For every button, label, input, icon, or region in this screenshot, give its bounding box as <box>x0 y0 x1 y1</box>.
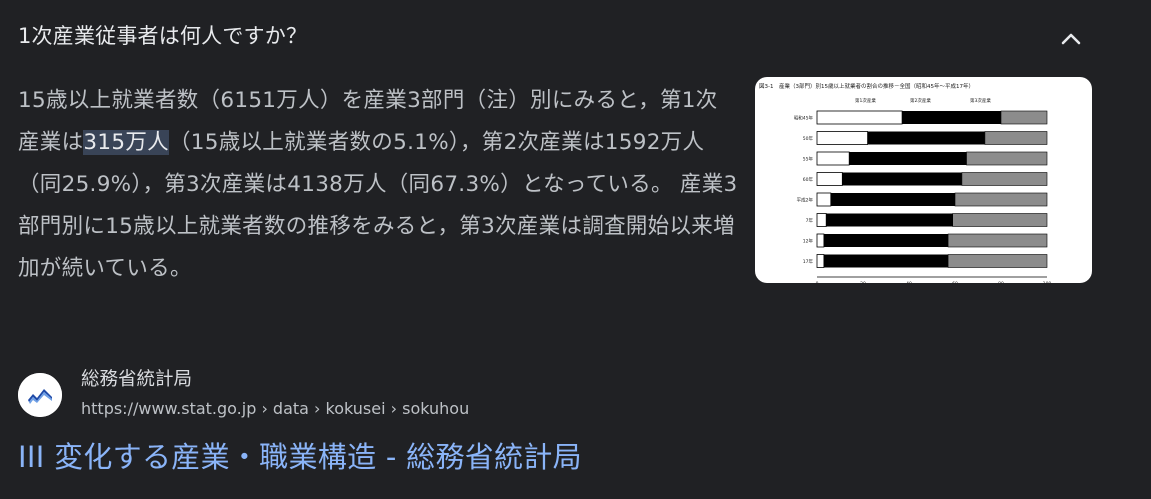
chart-thumbnail-legend-label: 第2次産業 <box>910 97 931 104</box>
question-heading[interactable]: 1次産業従事者は何人ですか？ <box>18 18 307 54</box>
chart-thumbnail-bar-secondary <box>823 254 949 268</box>
chevron-up-icon[interactable] <box>1056 24 1086 54</box>
result-title-link[interactable]: III 変化する産業・職業構造 - 総務省統計局 <box>18 434 582 476</box>
source-block[interactable]: 総務省統計局 https://www.stat.go.jp › data › k… <box>18 363 718 423</box>
chart-thumbnail-bar-primary <box>816 110 903 125</box>
chart-thumbnail-bar-secondary <box>867 131 985 145</box>
chart-thumbnail-tick-label: 80 <box>998 281 1004 283</box>
chart-thumbnail-bar-secondary <box>902 111 1001 124</box>
chart-thumbnail-bar-primary <box>816 192 832 207</box>
chart-thumbnail-tick-label: 60 <box>952 281 958 283</box>
chart-thumbnail-legend-label: 第3次産業 <box>970 97 991 104</box>
chart-thumbnail-row-label: 50年 <box>803 135 814 142</box>
chart-thumbnail-bar-primary <box>816 254 825 268</box>
chart-thumbnail-bar-primary <box>816 131 868 145</box>
chart-thumbnail[interactable]: 図3-1 産業（3部門）別15歳以上就業者の割合の推移－全国（昭和45年～平成1… <box>755 77 1092 283</box>
chart-thumbnail-row-label: 12年 <box>803 238 814 245</box>
chart-thumbnail-bar-tertiary <box>954 192 1048 207</box>
chart-thumbnail-bar-tertiary <box>966 151 1048 166</box>
chart-thumbnail-legend: 第1次産業 第2次産業 第3次産業 <box>855 97 991 104</box>
chart-thumbnail-bar-primary <box>816 213 827 227</box>
stat-bureau-logo-icon <box>18 373 62 417</box>
chart-thumbnail-row-label: 55年 <box>803 156 814 163</box>
featured-snippet: 1次産業従事者は何人ですか？ 15歳以上就業者数（6151万人）を産業3部門（注… <box>0 0 1151 499</box>
chart-thumbnail-bar-tertiary <box>984 131 1048 145</box>
chart-thumbnail-row-label: 7年 <box>806 217 814 224</box>
answer-highlight: 315万人 <box>83 130 169 155</box>
chart-thumbnail-row-label: 17年 <box>803 258 814 265</box>
chart-thumbnail-bar-tertiary <box>961 172 1048 186</box>
chart-thumbnail-bar-secondary <box>830 193 955 206</box>
chart-thumbnail-tick-label: 40 <box>906 281 912 283</box>
chart-thumbnail-image: 図3-1 産業（3部門）別15歳以上就業者の割合の推移－全国（昭和45年～平成1… <box>759 82 1052 283</box>
source-url: https://www.stat.go.jp › data › kokusei … <box>81 399 470 418</box>
chart-thumbnail-bar-tertiary <box>952 213 1048 227</box>
chart-thumbnail-row-label: 60年 <box>803 176 814 183</box>
chart-thumbnail-tick-label: 0 <box>816 281 819 283</box>
chart-thumbnail-bar-tertiary <box>947 233 1048 248</box>
chart-thumbnail-bar-primary <box>816 233 825 248</box>
chart-thumbnail-bar-secondary <box>826 213 953 227</box>
chart-thumbnail-bar-secondary <box>823 234 949 247</box>
chart-thumbnail-title: 図3-1 産業（3部門）別15歳以上就業者の割合の推移－全国（昭和45年～平成1… <box>759 82 974 90</box>
answer-text: 15歳以上就業者数（6151万人）を産業3部門（注）別にみると，第1次産業は31… <box>18 80 738 290</box>
chart-thumbnail-legend-label: 第1次産業 <box>855 97 876 104</box>
chart-thumbnail-bar-secondary <box>842 172 962 186</box>
chart-thumbnail-axis: 020406080100(%) <box>816 276 1052 283</box>
chart-thumbnail-bar-primary <box>816 172 843 186</box>
chart-thumbnail-bar-secondary <box>849 152 967 165</box>
source-site-name: 総務省統計局 <box>81 369 193 390</box>
chart-thumbnail-tick-label: 100 <box>1043 281 1052 283</box>
chart-thumbnail-bar-primary <box>816 151 850 166</box>
chart-thumbnail-bar-tertiary <box>947 254 1048 268</box>
chart-thumbnail-row-label: 昭和45年 <box>794 115 814 122</box>
chart-thumbnail-tick-label: 20 <box>860 281 866 283</box>
chart-thumbnail-row-label: 平成2年 <box>797 197 814 204</box>
chart-thumbnail-rows: 昭和45年 50年 55年 60年平成2年 7年 12年 17年 <box>794 110 1048 268</box>
chart-thumbnail-bar-tertiary <box>1000 110 1048 125</box>
